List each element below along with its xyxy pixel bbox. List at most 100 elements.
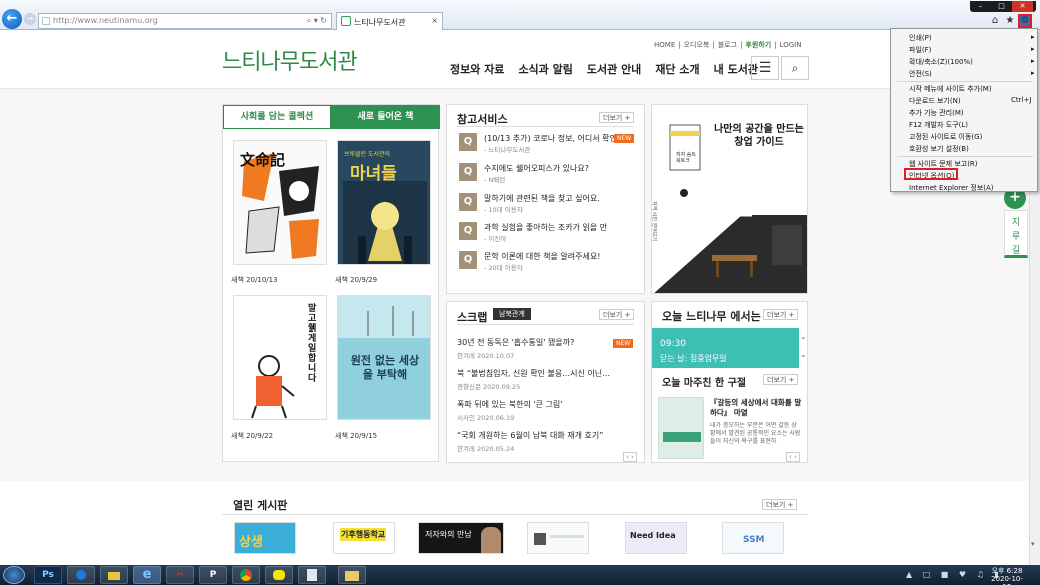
board-thumbnail[interactable] [527,522,589,554]
scrap-pager-buttons[interactable]: ‹ › [623,452,637,462]
book-caption: 새책 20/9/15 [335,432,378,440]
menu-item-zoom[interactable]: 확대/축소(Z)(100%) ▸ [909,57,1035,67]
schedule-scroll-arrows[interactable]: ⌃ ⌄ [800,334,807,362]
board-thumbnail[interactable]: 상생 [234,522,296,554]
taskbar-clock[interactable]: 오후 6:28 2020-10-15 [987,567,1027,585]
list-item[interactable]: 폭파 뒤에 있는 북한의 '큰 그림' 시사인 2020.06.19 [457,399,642,422]
menu-item-addons[interactable]: 추가 기능 관리(M) [909,108,964,118]
book-cover[interactable]: 말고 줽게 일합니다 [233,295,327,420]
list-item[interactable]: Q 말하기에 관련된 책을 찾고 싶어요. - 10대 이용자 [459,193,644,217]
reference-more-button[interactable]: 더보기 + [599,112,635,123]
list-item[interactable]: “국회 개원하는 6월이 남북 대화 재개 호기” 한겨레 2020.05.24 [457,430,642,453]
schedule-banner[interactable]: 09:30 닫는 날: 집중업무일 [652,328,799,368]
list-item[interactable]: 북 “불법침입자, 신원 확인 불응…시신 이닌… 경향신문 2020.09.2… [457,368,642,391]
maximize-button[interactable]: □ [991,1,1012,12]
forward-button[interactable]: → [24,13,36,25]
nav-guide[interactable]: 도서관 안내 [587,63,641,76]
scrap-more-button[interactable]: 더보기 + [599,309,635,320]
board-thumbnail[interactable]: 저자와의 만남 [418,522,504,554]
menu-item-safety[interactable]: 안전(S) ▸ [909,69,1035,79]
menu-item-devtools[interactable]: F12 개발자 도구(L) [909,120,968,130]
menu-item-label: 인쇄(P) [909,34,932,42]
tab-new-books[interactable]: 새로 들어온 책 [331,105,440,129]
item-title[interactable]: 수지에도 쉘어오피스가 있나요? [484,163,589,174]
item-author: - 20대 이용자 [484,264,523,272]
util-link-blog[interactable]: 블로그 [718,41,737,49]
book-cover-title: 원전 없는 세상을 부탁해 [350,354,420,381]
tab-collection[interactable]: 사회를 담는 콜렉션 [223,105,331,129]
close-window-button[interactable]: ✕ [1012,1,1033,12]
favorites-star-icon[interactable]: ★ [1003,15,1017,29]
phrase-book-title[interactable]: 『갈등의 세상에서 대화를 말하다』 마열 [710,398,802,418]
hamburger-menu-icon[interactable]: ☰ [751,56,779,80]
thumbnail-text: 기후행동학교 [340,528,387,541]
promo-title-line1: 나만의 공간을 만드는 [714,124,804,135]
tab-close-button[interactable]: × [431,16,438,25]
menu-item-downloads[interactable]: 다운로드 보기(N) Ctrl+J [909,96,1031,106]
back-button[interactable]: ← [2,9,22,29]
taskbar-snipping-icon[interactable]: ✂ [166,566,194,584]
taskbar-explorer-icon[interactable] [338,566,366,584]
util-link-home[interactable]: HOME [654,41,675,49]
menu-item-compat-view[interactable]: 호환성 보기 설정(B) [909,144,969,154]
item-title[interactable]: 폭파 뒤에 있는 북한의 '큰 그림' [457,399,642,410]
item-title[interactable]: 과학 실험을 좋아하는 조카가 읽을 만 [484,222,607,233]
phrase-more-button[interactable]: 더보기 + [763,374,799,385]
list-item[interactable]: Q 문학 이론에 대한 책을 알려주세요! - 20대 이용자 [459,251,644,275]
board-thumbnail[interactable]: 기후행동학교 [333,522,395,554]
list-item[interactable]: Q 수지에도 쉘어오피스가 있나요? - N배런 [459,163,644,187]
phrase-pager-buttons[interactable]: ‹ › [786,452,800,462]
list-item[interactable]: Q 과학 실험을 좋아하는 조카가 읽을 만 - 이진아 [459,222,644,246]
book-cover[interactable]: 文命記 [233,140,327,265]
scroll-down-arrow-icon[interactable]: ▾ [1031,540,1035,548]
list-item[interactable]: Q (10/13 추가) 코로나 정보, 어디서 확인 - 느티나무도서관 NE… [459,133,644,157]
item-title[interactable]: 문학 이론에 대한 책을 알려주세요! [484,251,600,262]
item-title[interactable]: “국회 개원하는 6월이 남북 대화 재개 호기” [457,430,642,441]
item-title[interactable]: (10/13 추가) 코로나 정보, 어디서 확인 [484,133,617,144]
nav-foundation[interactable]: 재단 소개 [655,63,699,76]
taskbar-ie-icon[interactable]: e [133,566,161,584]
util-link-login[interactable]: LOGIN [780,41,802,49]
site-logo[interactable]: 느티나무도서관 [222,44,358,76]
menu-item-file[interactable]: 파일(F) ▸ [909,45,1035,55]
side-jiroogil-button[interactable]: 지 루 길 [1004,210,1028,258]
board-more-button[interactable]: 더보기 + [762,499,798,510]
util-link-donate[interactable]: 후원하기 [745,41,771,49]
item-title[interactable]: 말하기에 관련된 책을 찾고 싶어요. [484,193,600,204]
qr-code-icon [534,533,546,545]
phrase-book-cover[interactable] [658,397,704,459]
address-url[interactable]: http://www.neutinamu.org [53,16,158,25]
address-bar[interactable]: http://www.neutinamu.org ⌕ ▾ ↻ [38,13,332,29]
menu-item-add-to-start[interactable]: 시작 메뉴에 사이트 추가(M) [909,84,992,94]
menu-item-pinned-sites[interactable]: 고정된 사이트로 이동(G) [909,132,982,142]
promo-banner[interactable]: 저자 숨트 북토크 나만의 공간을 만드는 창업 가이드 지역 시민 얻어보기 [651,104,808,294]
book-cover[interactable]: 원전 없는 세상을 부탁해 [337,295,431,420]
taskbar-teamviewer-icon[interactable] [67,566,95,584]
taskbar-document-icon[interactable] [298,566,326,584]
scrap-category-tag[interactable]: 남북관계 [493,308,531,320]
start-button-icon[interactable] [3,566,25,584]
book-cover[interactable]: 브루클린 도서관의 마녀들 [337,140,431,265]
tools-gear-icon[interactable]: ⚙ [1018,14,1032,28]
menu-item-print[interactable]: 인쇄(P) ▸ [909,33,1035,43]
minimize-button[interactable]: – [970,1,991,12]
taskbar-kakaotalk-icon[interactable] [265,566,293,584]
menu-item-label: 시작 메뉴에 사이트 추가(M) [909,85,992,93]
taskbar-app-icon[interactable] [100,566,128,584]
item-title[interactable]: 북 “불법침입자, 신원 확인 불응…시신 이닌… [457,368,642,379]
browser-tab[interactable]: 느티나무도서관 × [336,12,443,30]
taskbar-powerpoint-icon[interactable]: P [199,566,227,584]
board-thumbnail[interactable]: SSM [722,522,784,554]
nav-news[interactable]: 소식과 알림 [518,63,572,76]
taskbar-photoshop-icon[interactable]: Ps [34,566,62,584]
util-link-audiobook[interactable]: 오디오북 [684,41,710,49]
menu-item-about-ie[interactable]: Internet Explorer 정보(A) [909,183,994,193]
taskbar-chrome-icon[interactable] [232,566,260,584]
today-more-button[interactable]: 더보기 + [763,309,799,320]
board-thumbnail[interactable]: Need Idea [625,522,687,554]
search-refresh-icon[interactable]: ⌕ ▾ ↻ [307,16,327,26]
home-icon[interactable]: ⌂ [988,15,1002,29]
menu-item-shortcut: Ctrl+J [1011,96,1032,104]
nav-info[interactable]: 정보와 자료 [450,63,504,76]
search-icon[interactable]: ⌕ [781,56,809,80]
